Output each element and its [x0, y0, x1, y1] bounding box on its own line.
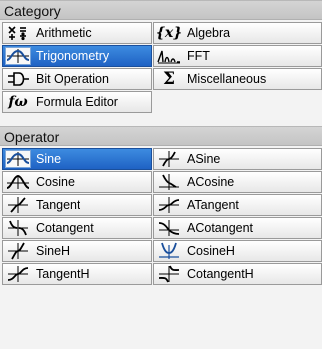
category-label: Trigonometry	[36, 49, 110, 63]
trigonometry-icon	[5, 47, 31, 65]
operator-asine-button[interactable]: ASine	[153, 148, 322, 170]
category-label: FFT	[187, 49, 210, 63]
acosine-icon	[156, 172, 182, 192]
operator-label: Cosine	[36, 175, 75, 189]
tangenth-icon	[5, 264, 31, 284]
operator-label: ACosine	[187, 175, 235, 189]
category-label: Bit Operation	[36, 72, 109, 86]
formula-icon: fω	[8, 94, 28, 110]
category-miscellaneous-button[interactable]: Σ Miscellaneous	[153, 68, 322, 90]
operator-label: TangentH	[36, 267, 90, 281]
operator-sine-button[interactable]: Sine	[2, 148, 152, 170]
operator-label: CotangentH	[187, 267, 254, 281]
category-label: Arithmetic	[36, 26, 92, 40]
asine-icon	[156, 149, 182, 169]
math-function-panel: Category Arithmetic {x} Algebra Trigonom…	[0, 0, 322, 349]
operator-cotangent-button[interactable]: Cotangent	[2, 217, 152, 239]
operator-sineh-button[interactable]: SineH	[2, 240, 152, 262]
operator-label: Sine	[36, 152, 62, 166]
sineh-icon	[5, 241, 31, 261]
operator-tangent-button[interactable]: Tangent	[2, 194, 152, 216]
operator-acotangent-button[interactable]: ACotangent	[153, 217, 322, 239]
category-label: Miscellaneous	[187, 72, 267, 86]
operator-cosineh-button[interactable]: CosineH	[153, 240, 322, 262]
atangent-icon	[156, 195, 182, 215]
operator-label: ASine	[187, 152, 221, 166]
operator-atangent-button[interactable]: ATangent	[153, 194, 322, 216]
fft-icon	[156, 46, 182, 66]
sigma-icon: Σ	[162, 69, 176, 89]
operator-tangenth-button[interactable]: TangentH	[2, 263, 152, 285]
tangent-icon	[5, 195, 31, 215]
category-arithmetic-button[interactable]: Arithmetic	[2, 22, 152, 44]
category-fft-button[interactable]: FFT	[153, 45, 322, 67]
algebra-icon: {x}	[155, 25, 183, 41]
cosine-icon	[5, 172, 31, 192]
acotangent-icon	[156, 218, 182, 238]
operator-label: Cotangent	[36, 221, 94, 235]
category-label: Formula Editor	[36, 95, 118, 109]
category-algebra-button[interactable]: {x} Algebra	[153, 22, 322, 44]
operator-label: ATangent	[187, 198, 239, 212]
operator-label: SineH	[36, 244, 71, 258]
sine-icon	[5, 150, 31, 168]
operator-label: CosineH	[187, 244, 235, 258]
operator-label: Tangent	[36, 198, 81, 212]
cotangenth-icon	[156, 264, 182, 284]
category-formula-editor-button[interactable]: fω Formula Editor	[2, 91, 152, 113]
operator-cosine-button[interactable]: Cosine	[2, 171, 152, 193]
cotangent-icon	[5, 218, 31, 238]
cosineh-icon	[156, 241, 182, 261]
category-header: Category	[0, 0, 322, 20]
bit-operation-icon	[5, 69, 31, 89]
category-trigonometry-button[interactable]: Trigonometry	[2, 45, 152, 67]
arithmetic-icon	[5, 23, 31, 43]
operator-acosine-button[interactable]: ACosine	[153, 171, 322, 193]
operator-header: Operator	[0, 126, 322, 146]
category-bit-operation-button[interactable]: Bit Operation	[2, 68, 152, 90]
category-label: Algebra	[187, 26, 231, 40]
operator-cotangenth-button[interactable]: CotangentH	[153, 263, 322, 285]
operator-label: ACotangent	[187, 221, 254, 235]
